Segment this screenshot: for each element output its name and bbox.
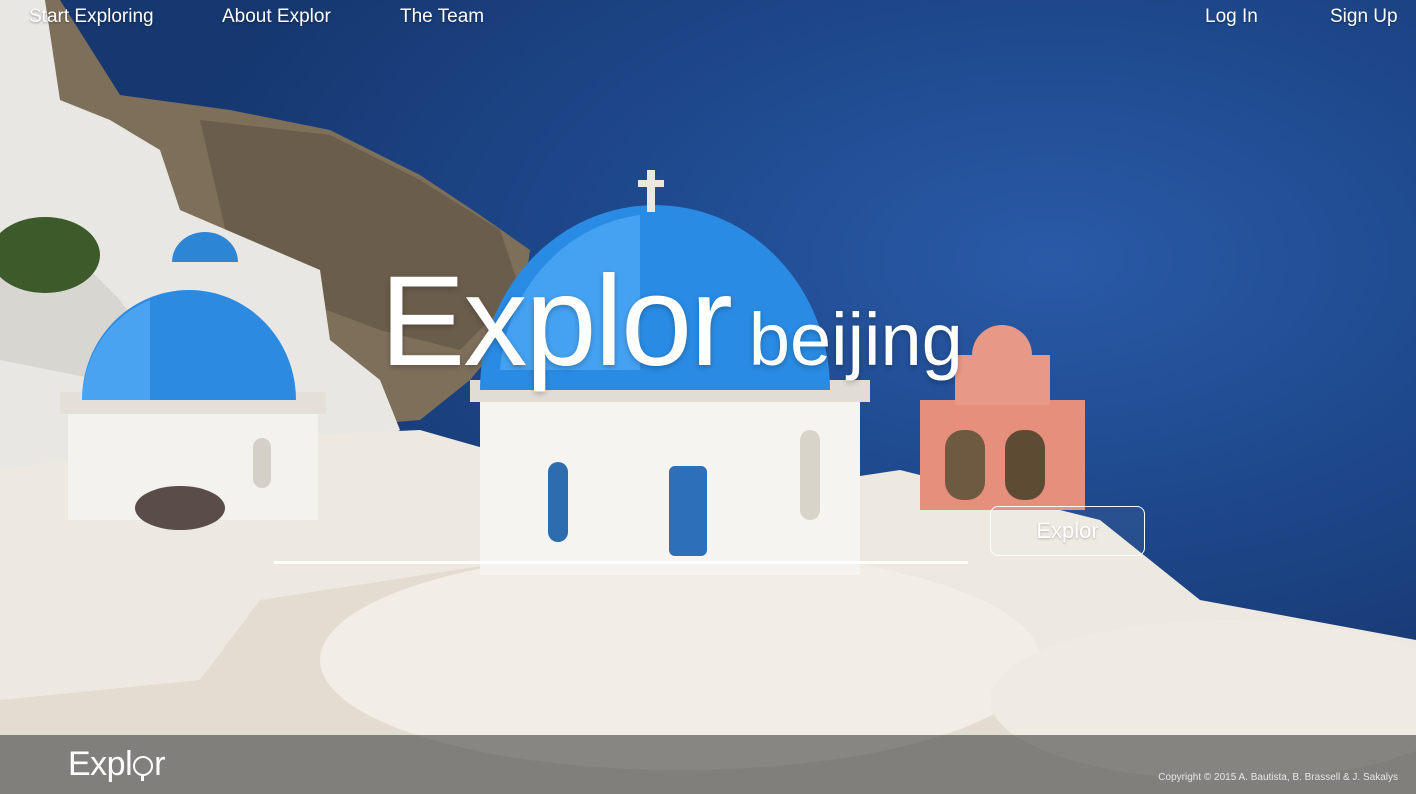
footer-logo[interactable]: Expl r	[68, 745, 165, 784]
main-window-right	[800, 430, 820, 520]
footer: Expl r Copyright © 2015 A. Bautista, B. B…	[0, 735, 1416, 794]
santorini-scene	[0, 0, 1416, 794]
bell-tower	[920, 400, 1085, 510]
bell-tower-top	[955, 355, 1050, 405]
nav-sign-up[interactable]: Sign Up	[1330, 6, 1398, 28]
copyright: Copyright © 2015 A. Bautista, B. Brassel…	[1158, 772, 1398, 783]
left-window	[253, 438, 271, 488]
hero-background-image	[0, 0, 1416, 794]
page: Start Exploring About Explor The Team Lo…	[0, 0, 1416, 794]
footer-logo-text-right: r	[154, 745, 165, 783]
hero-title: Explor beijing	[380, 258, 963, 386]
top-nav: Start Exploring About Explor The Team Lo…	[0, 0, 1416, 36]
rock	[135, 486, 225, 530]
city-name: beijing	[748, 298, 963, 381]
search-input[interactable]	[274, 520, 968, 564]
bell-opening-right	[1005, 430, 1045, 500]
bell-opening-left	[945, 430, 985, 500]
nav-start-exploring[interactable]: Start Exploring	[29, 6, 154, 28]
brand-title: Explor	[380, 250, 733, 393]
cross-bar	[638, 180, 664, 187]
nav-about-explor[interactable]: About Explor	[222, 6, 331, 28]
globe-icon	[133, 756, 154, 781]
footer-logo-text-left: Expl	[68, 745, 133, 783]
cross-post	[647, 170, 655, 212]
nav-log-in[interactable]: Log In	[1205, 6, 1258, 28]
nav-the-team[interactable]: The Team	[400, 6, 484, 28]
explor-button[interactable]: Explor	[990, 506, 1145, 556]
bell-tower-arch	[972, 325, 1032, 355]
